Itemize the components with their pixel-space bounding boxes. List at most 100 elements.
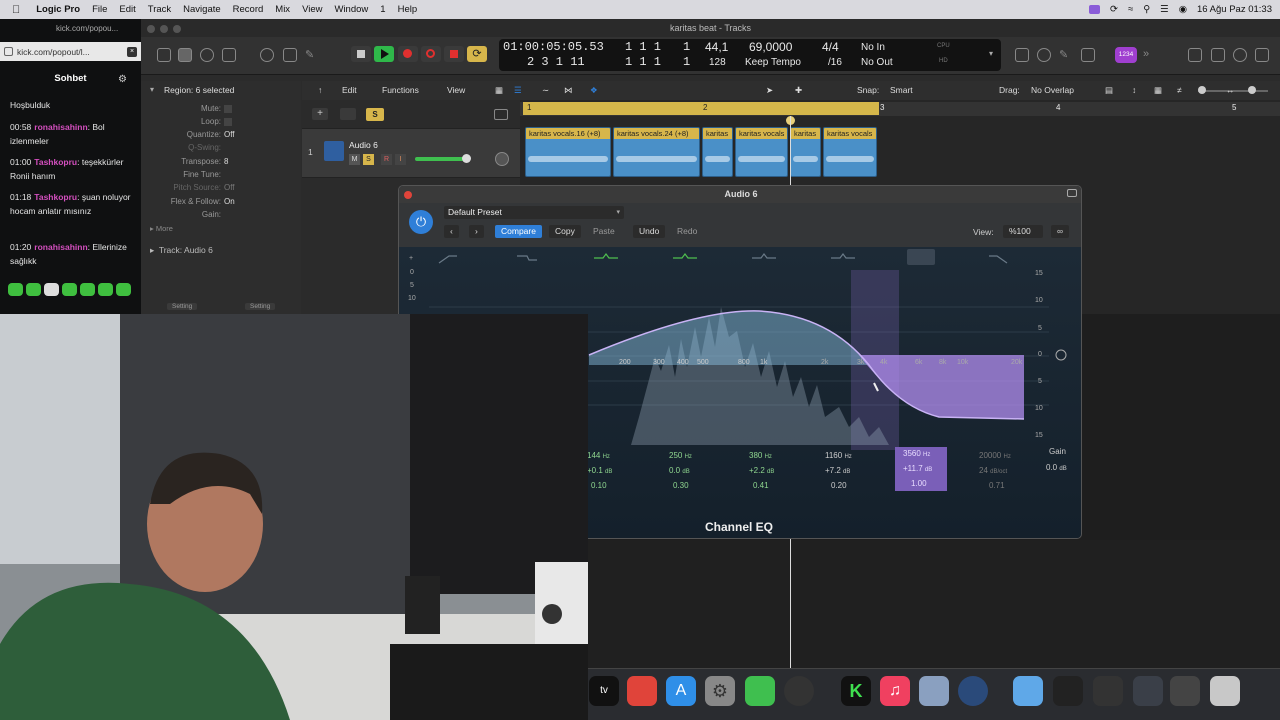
inspector-row-pitchsource[interactable]: Pitch Source: Off bbox=[141, 182, 301, 194]
tuner-icon[interactable]: ✎ bbox=[1059, 48, 1073, 62]
peak-icon-3[interactable] bbox=[752, 253, 776, 259]
pencil-tool-icon[interactable]: ✚ bbox=[795, 85, 802, 96]
functions-menu[interactable]: Functions bbox=[382, 85, 419, 95]
window-close-button[interactable] bbox=[147, 25, 155, 33]
inspector-row-mute[interactable]: Mute: bbox=[141, 103, 301, 115]
cycle-button[interactable]: ⟳ bbox=[467, 46, 487, 62]
track-section[interactable]: ▸ Track: Audio 6 bbox=[150, 245, 213, 256]
inspector-row-quantize[interactable]: Quantize: Off bbox=[141, 129, 301, 141]
emote-icon[interactable] bbox=[26, 283, 41, 296]
chat-url-top[interactable]: kick.com/popou... bbox=[56, 24, 118, 33]
solo-button[interactable]: S bbox=[363, 154, 374, 165]
downloads-folder-icon[interactable] bbox=[1013, 676, 1043, 706]
play-button[interactable] bbox=[374, 46, 394, 62]
system-settings-icon[interactable]: ⚙ bbox=[705, 676, 735, 706]
apple-tv-icon[interactable]: tv bbox=[589, 676, 619, 706]
power-button[interactable]: ⏻ bbox=[409, 210, 433, 234]
list-view-icon[interactable]: ☰ bbox=[514, 85, 522, 96]
music-icon[interactable]: ♫ bbox=[880, 676, 910, 706]
output-gain-knob[interactable] bbox=[1055, 349, 1067, 361]
grid-icon[interactable]: ▦ bbox=[495, 85, 503, 96]
flex-icon[interactable]: ⋈ bbox=[564, 85, 573, 96]
window-minimize-button[interactable] bbox=[160, 25, 168, 33]
drag-select[interactable]: No Overlap bbox=[1031, 85, 1074, 95]
waveform-zoom-icon[interactable]: ▤ bbox=[1105, 85, 1113, 96]
row-value[interactable]: Off bbox=[224, 129, 235, 141]
undo-button[interactable]: Undo bbox=[633, 225, 666, 238]
chat-url-bar[interactable]: kick.com/popout/l... × bbox=[0, 42, 141, 61]
search-icon[interactable]: ⚲ bbox=[1143, 4, 1150, 15]
help-icon[interactable] bbox=[200, 48, 214, 62]
list-icon[interactable] bbox=[1188, 48, 1202, 62]
add-track-button[interactable]: + bbox=[312, 108, 328, 120]
audio-region[interactable]: karitas vocals bbox=[735, 127, 788, 177]
view-select[interactable]: %100 bbox=[1003, 225, 1043, 238]
track-name[interactable]: Audio 6 bbox=[349, 140, 378, 150]
capture-button[interactable] bbox=[444, 46, 464, 62]
emote-icon[interactable] bbox=[116, 283, 131, 296]
replace-button[interactable] bbox=[421, 46, 441, 62]
track-list-icon[interactable] bbox=[494, 109, 508, 120]
siri-icon[interactable]: ◉ bbox=[1179, 4, 1187, 15]
emote-icon[interactable] bbox=[62, 283, 77, 296]
setting-button-1[interactable]: Setting bbox=[167, 303, 198, 310]
inspector-icon[interactable] bbox=[178, 48, 192, 62]
menu-file[interactable]: File bbox=[92, 4, 107, 15]
mute-button[interactable]: M bbox=[349, 154, 360, 165]
list-editors-icon[interactable] bbox=[1015, 48, 1029, 62]
audio-region[interactable]: karitas vocals.16 (+8) bbox=[525, 127, 611, 177]
mixer-icon[interactable] bbox=[283, 48, 297, 62]
band-params-1[interactable]: 144 Hz +0.1 dB 0.10 bbox=[587, 449, 627, 493]
menu-track[interactable]: Track bbox=[148, 4, 171, 15]
inspector-row-flex[interactable]: Flex & Follow: On bbox=[141, 196, 301, 208]
window-thumbnail-1[interactable] bbox=[1053, 676, 1083, 706]
audio-region[interactable]: karitas bbox=[702, 127, 733, 177]
pan-knob[interactable] bbox=[495, 152, 509, 166]
sync-icon[interactable]: ⟳ bbox=[1110, 4, 1118, 15]
plugin-title[interactable]: Audio 6 bbox=[399, 186, 1081, 203]
audio-region[interactable]: karitas vocals.24 (+8) bbox=[613, 127, 700, 177]
link-icon[interactable] bbox=[1067, 189, 1077, 197]
message-user[interactable]: ronahisahinn bbox=[34, 122, 87, 132]
control-center-icon[interactable]: ☰ bbox=[1160, 4, 1169, 15]
row-value[interactable]: On bbox=[224, 196, 235, 208]
setting-button-2[interactable]: Setting bbox=[245, 303, 276, 310]
menu-mix[interactable]: Mix bbox=[275, 4, 290, 15]
highcut-icon[interactable] bbox=[989, 255, 1008, 264]
copy-button[interactable]: Copy bbox=[549, 225, 581, 238]
volume-slider-knob[interactable] bbox=[462, 154, 471, 163]
menu-help[interactable]: Help bbox=[398, 4, 418, 15]
menu-1[interactable]: 1 bbox=[380, 4, 385, 15]
smart-controls-icon[interactable] bbox=[260, 48, 274, 62]
message-user[interactable]: Tashkopru bbox=[34, 192, 77, 202]
empty-arrange-area[interactable] bbox=[588, 540, 1280, 668]
chevron-down-icon[interactable]: ▾ bbox=[989, 49, 993, 58]
obs-icon[interactable] bbox=[784, 676, 814, 706]
note-pad-icon[interactable] bbox=[1037, 48, 1051, 62]
menu-window[interactable]: Window bbox=[334, 4, 368, 15]
message-user[interactable]: Tashkopru bbox=[34, 157, 77, 167]
inspector-row-transpose[interactable]: Transpose: 8 bbox=[141, 156, 301, 168]
inspector-row-loop[interactable]: Loop: bbox=[141, 116, 301, 128]
band-params-4[interactable]: 1160 Hz +7.2 dB 0.20 bbox=[825, 449, 869, 493]
rocket-icon[interactable] bbox=[627, 676, 657, 706]
peak-icon-4[interactable] bbox=[831, 253, 855, 259]
menu-edit[interactable]: Edit bbox=[119, 4, 135, 15]
band-params-3[interactable]: 380 Hz +2.2 dB 0.41 bbox=[749, 449, 789, 493]
view-menu[interactable]: View bbox=[447, 85, 465, 95]
inspector-row-finetune[interactable]: Fine Tune: bbox=[141, 169, 301, 181]
stop-button[interactable] bbox=[351, 46, 371, 62]
automation-icon[interactable]: ∼ bbox=[542, 85, 549, 96]
app-menu[interactable]: Logic Pro bbox=[36, 4, 80, 15]
pointer-tool-icon[interactable]: ➤ bbox=[766, 85, 773, 96]
count-in-icon[interactable] bbox=[1081, 48, 1095, 62]
mute-checkbox[interactable] bbox=[224, 105, 232, 113]
catch-icon[interactable]: ❖ bbox=[590, 85, 598, 96]
kick-icon[interactable]: K bbox=[841, 676, 871, 706]
audio-region[interactable]: karitas vocals bbox=[823, 127, 877, 177]
redo-button[interactable]: Redo bbox=[671, 225, 703, 238]
link-button[interactable]: ∞ bbox=[1051, 225, 1069, 238]
band-params-2[interactable]: 250 Hz 0.0 dB 0.30 bbox=[669, 449, 709, 493]
lowcut-icon[interactable] bbox=[438, 255, 457, 264]
duplicate-icon[interactable] bbox=[340, 108, 356, 120]
